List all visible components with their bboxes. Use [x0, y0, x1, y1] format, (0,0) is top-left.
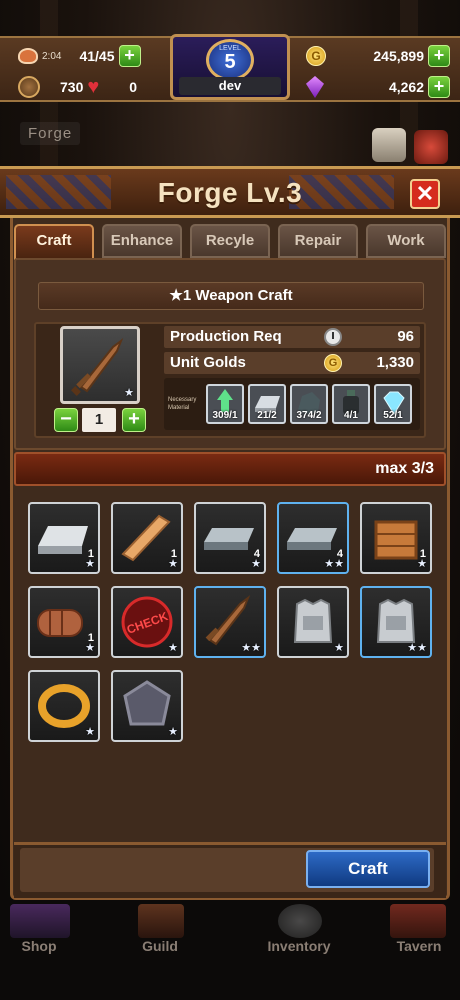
production-req-value: 96	[397, 328, 414, 345]
inventory-item[interactable]: ★	[111, 670, 183, 742]
gold-coin-icon: G	[306, 46, 326, 66]
material-slot[interactable]: 4/1	[332, 384, 370, 424]
add-stamina-button[interactable]: +	[118, 45, 141, 67]
gold-coin-icon: G	[324, 354, 342, 372]
rarity-star: ★	[124, 387, 134, 399]
rarity-star: ★	[168, 558, 178, 570]
unit-golds-row: Unit Golds G 1,330	[164, 352, 420, 374]
stamina-timer: 2:04	[42, 50, 62, 62]
material-count: 4/1	[344, 410, 358, 421]
material-slot[interactable]: 374/2	[290, 384, 328, 424]
tab-repair[interactable]: Repair	[278, 224, 358, 258]
gem-icon	[306, 76, 324, 98]
tab-craft[interactable]: Craft	[14, 224, 94, 260]
production-req-row: Production Req 96	[164, 326, 420, 348]
nav-guild[interactable]: Guild	[115, 938, 205, 954]
nav-inventory[interactable]: Inventory	[254, 938, 344, 954]
tab-recycle[interactable]: Recyle	[190, 224, 270, 258]
inventory-item[interactable]: ★★	[194, 586, 266, 658]
necessary-material-label: Necessary Material	[168, 397, 197, 411]
nav-tavern[interactable]: Tavern	[374, 938, 460, 954]
player-name: dev	[179, 77, 281, 95]
material-count: 374/2	[296, 410, 322, 421]
stamina-row: 2:04 41/45 +	[18, 41, 141, 71]
inventory-item[interactable]: 1 ★	[28, 586, 100, 658]
rarity-star: ★	[85, 726, 95, 738]
inventory-item[interactable]: 1 ★	[360, 502, 432, 574]
inventory-item[interactable]: ★	[28, 670, 100, 742]
stamina-value: 41/45	[79, 48, 115, 64]
material-slot[interactable]: 52/1	[374, 384, 412, 424]
add-gold-button[interactable]: +	[428, 45, 450, 67]
player-level-box[interactable]: LEVEL 5 dev	[170, 34, 290, 100]
rarity-star: ★	[85, 642, 95, 654]
rarity-star: ★	[168, 642, 178, 654]
rarity-star: ★	[334, 642, 344, 654]
production-req-label: Production Req	[170, 328, 282, 345]
clock-icon	[324, 328, 342, 346]
food-row: 730 ♥ 0	[18, 72, 137, 102]
location-label: Forge	[20, 122, 81, 145]
inventory-item[interactable]: ★★	[360, 586, 432, 658]
calendar-icon[interactable]	[372, 128, 406, 162]
bottom-nav: Shop Guild Inventory Tavern	[0, 900, 460, 1000]
craft-button[interactable]: Craft	[306, 850, 430, 888]
inventory-item[interactable]: 4 ★	[194, 502, 266, 574]
panel-title: Forge Lv.3	[157, 177, 303, 208]
craft-capacity-bar: max 3/3	[14, 452, 446, 486]
food-icon	[18, 76, 40, 98]
nav-shop[interactable]: Shop	[0, 938, 84, 954]
inventory-item[interactable]: ★	[277, 586, 349, 658]
rarity-star: ★	[168, 726, 178, 738]
hearts-value: 0	[129, 79, 138, 95]
rarity-star: ★	[251, 558, 261, 570]
material-count: 21/2	[257, 410, 277, 421]
gems-value: 4,262	[388, 79, 424, 95]
necessary-materials: Necessary Material 309/1 21/2 374/2 4/1 …	[164, 378, 420, 430]
material-count: 309/1	[212, 410, 238, 421]
unit-golds-value: 1,330	[376, 354, 414, 371]
rarity-star: ★★	[407, 642, 427, 654]
quantity-input[interactable]: 1	[82, 408, 116, 432]
rarity-star: ★★	[324, 558, 344, 570]
crafted-item-preview[interactable]: ★	[60, 326, 140, 404]
heart-icon[interactable]: ♥	[87, 77, 99, 97]
food-value: 730	[60, 79, 84, 95]
gold-row: G 245,899 +	[306, 41, 450, 71]
inventory-item[interactable]: 1 ★	[28, 502, 100, 574]
guild-icon	[138, 904, 184, 938]
stamina-icon	[18, 48, 38, 64]
shop-icon	[10, 904, 70, 938]
inventory-item[interactable]: 1 ★	[111, 502, 183, 574]
inventory-item[interactable]: 4 ★★	[277, 502, 349, 574]
unit-golds-label: Unit Golds	[170, 354, 246, 371]
inventory-item[interactable]: CHECK ★	[111, 586, 183, 658]
craft-category-banner: ★1 Weapon Craft	[38, 282, 424, 310]
tab-enhance[interactable]: Enhance	[102, 224, 182, 258]
tab-work[interactable]: Work	[366, 224, 446, 258]
material-count: 52/1	[383, 410, 403, 421]
forge-tabs: Craft Enhance Recyle Repair Work	[14, 224, 446, 260]
material-slot[interactable]: 309/1	[206, 384, 244, 424]
quantity-increase-button[interactable]: +	[122, 408, 146, 432]
level-number: 5	[224, 51, 236, 73]
material-slot[interactable]: 21/2	[248, 384, 286, 424]
forge-panel-header: Forge Lv.3 ✕	[0, 166, 460, 218]
rarity-star: ★★	[241, 642, 261, 654]
add-gems-button[interactable]: +	[428, 76, 450, 98]
capacity-text: max 3/3	[375, 460, 434, 477]
rarity-star: ★	[85, 558, 95, 570]
tavern-icon	[390, 904, 446, 938]
quantity-decrease-button[interactable]: −	[54, 408, 78, 432]
helmet-icon	[278, 904, 322, 938]
quest-pin-icon[interactable]	[414, 130, 448, 164]
level-badge: LEVEL 5	[206, 39, 254, 81]
rarity-star: ★	[417, 558, 427, 570]
gold-value: 245,899	[373, 48, 424, 64]
gems-row: 4,262 +	[306, 72, 450, 102]
close-button[interactable]: ✕	[410, 179, 440, 209]
